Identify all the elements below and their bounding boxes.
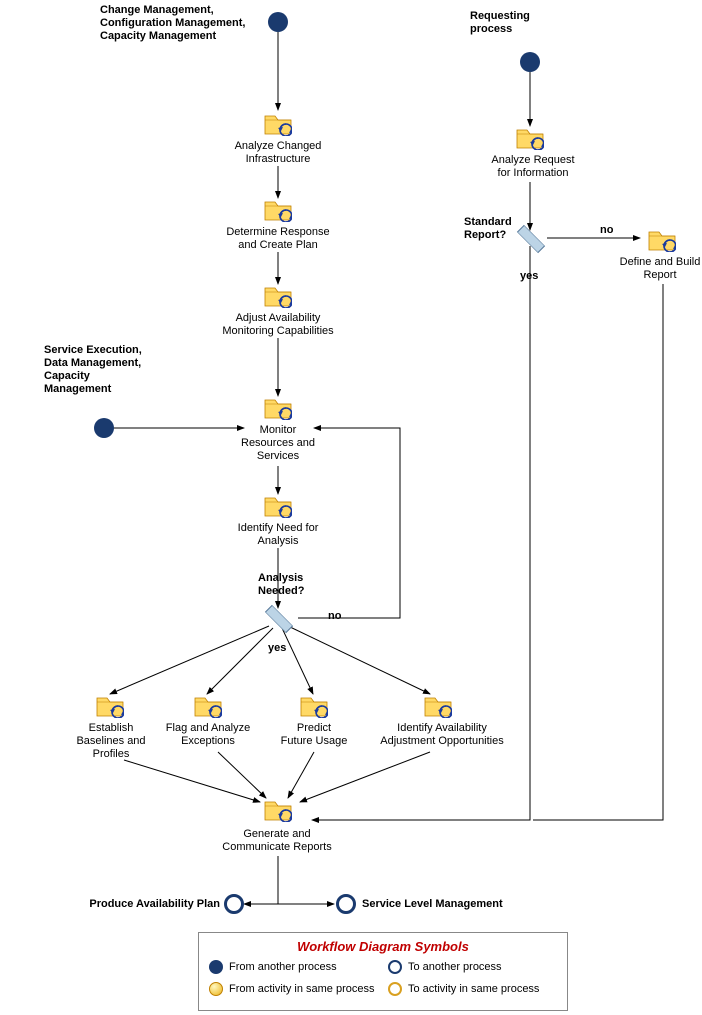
decision-diamond-icon <box>265 605 293 633</box>
legend-item: To activity in same process <box>388 982 557 996</box>
start-cm-label: Change Management, Configuration Managem… <box>100 4 270 43</box>
activity-folder-icon <box>424 696 452 718</box>
edge-label-yes: yes <box>268 642 286 655</box>
adjust-avail-label: Adjust Availability Monitoring Capabilit… <box>208 312 348 338</box>
legend-solid-yellow-icon <box>209 982 223 996</box>
activity-folder-icon <box>300 696 328 718</box>
end-process-icon <box>224 894 244 914</box>
activity-folder-icon <box>516 128 544 150</box>
start-process-icon <box>520 52 540 72</box>
activity-folder-icon <box>264 800 292 822</box>
start-se-label: Service Execution, Data Management, Capa… <box>44 344 164 396</box>
legend-ring-blue-icon <box>388 960 402 974</box>
activity-folder-icon <box>648 230 676 252</box>
activity-folder-icon <box>264 286 292 308</box>
analyze-infra-label: Analyze Changed Infrastructure <box>218 140 338 166</box>
end-plan-label: Produce Availability Plan <box>86 898 220 911</box>
activity-folder-icon <box>96 696 124 718</box>
legend-title: Workflow Diagram Symbols <box>209 939 557 954</box>
identify-need-label: Identify Need for Analysis <box>228 522 328 548</box>
define-build-label: Define and Build Report <box>610 256 702 282</box>
legend-solid-blue-icon <box>209 960 223 974</box>
legend-label: To activity in same process <box>408 983 539 995</box>
establish-label: Establish Baselines and Profiles <box>56 722 166 761</box>
legend-item: To another process <box>388 960 557 974</box>
legend-label: From another process <box>229 961 337 973</box>
edge-label-no: no <box>600 224 613 237</box>
start-process-icon <box>268 12 288 32</box>
legend-label: From activity in same process <box>229 983 374 995</box>
legend-label: To another process <box>408 961 502 973</box>
flag-label: Flag and Analyze Exceptions <box>158 722 258 748</box>
legend-ring-yellow-icon <box>388 982 402 996</box>
identify-avail-label: Identify Availability Adjustment Opportu… <box>372 722 512 748</box>
edge-label-yes: yes <box>520 270 538 283</box>
end-slm-label: Service Level Management <box>362 898 522 911</box>
analyze-req-label: Analyze Request for Information <box>478 154 588 180</box>
activity-folder-icon <box>194 696 222 718</box>
determine-response-label: Determine Response and Create Plan <box>218 226 338 252</box>
generate-label: Generate and Communicate Reports <box>212 828 342 854</box>
edge-label-no: no <box>328 610 341 623</box>
decision-diamond-icon <box>517 225 545 253</box>
start-req-label: Requesting process <box>470 10 590 36</box>
predict-label: Predict Future Usage <box>266 722 362 748</box>
legend-item: From another process <box>209 960 378 974</box>
end-process-icon <box>336 894 356 914</box>
dec-analysis-label: Analysis Needed? <box>258 572 328 598</box>
activity-folder-icon <box>264 496 292 518</box>
workflow-diagram: Change Management, Configuration Managem… <box>0 0 702 1015</box>
legend-item: From activity in same process <box>209 982 378 996</box>
start-process-icon <box>94 418 114 438</box>
activity-folder-icon <box>264 398 292 420</box>
legend-box: Workflow Diagram Symbols From another pr… <box>198 932 568 1011</box>
monitor-label: Monitor Resources and Services <box>228 424 328 463</box>
activity-folder-icon <box>264 200 292 222</box>
activity-folder-icon <box>264 114 292 136</box>
